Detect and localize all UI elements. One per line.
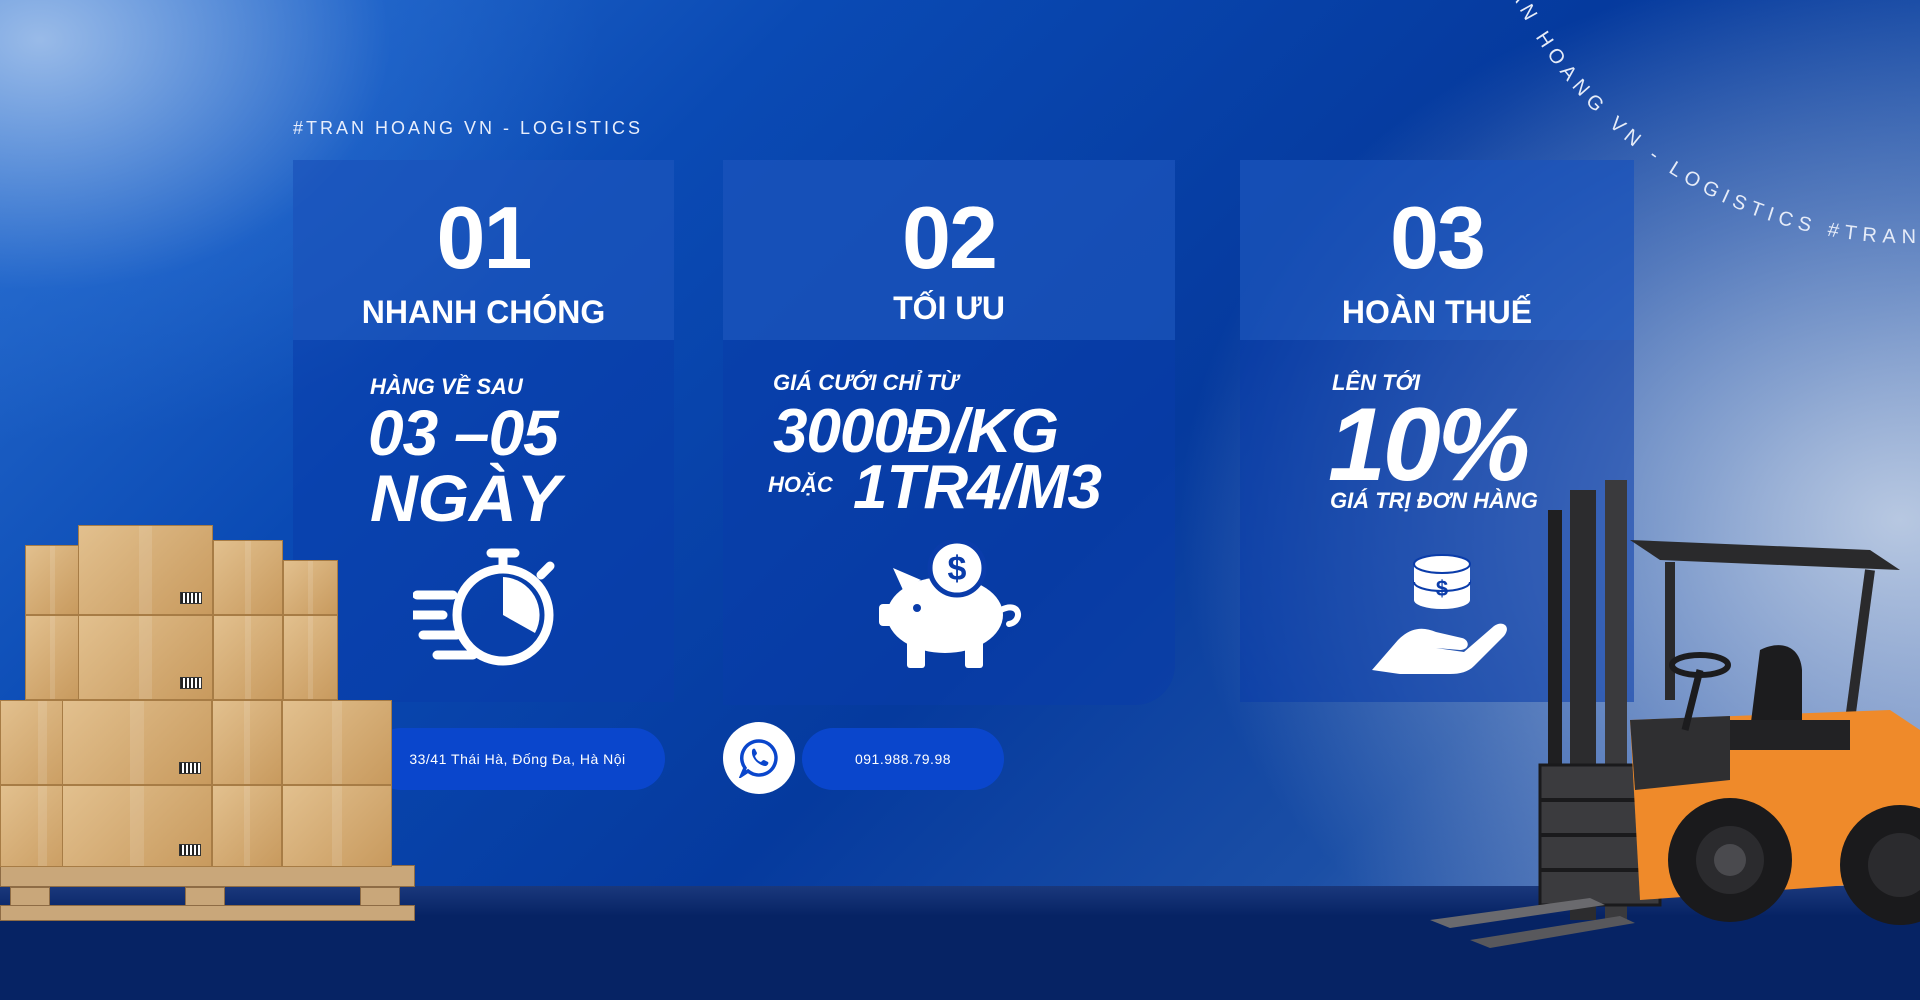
whatsapp-button[interactable] — [723, 722, 795, 794]
card-title: HOÀN THUẾ — [1341, 294, 1533, 330]
card-title: NHANH CHÓNG — [361, 294, 606, 330]
box — [213, 615, 283, 700]
card-header: 02 TỐI ƯU — [723, 160, 1175, 340]
card-line1: GIÁ CƯỚI CHỈ TỪ — [773, 370, 958, 395]
card-number: 03 — [1390, 188, 1486, 287]
box — [283, 615, 338, 700]
card-line3: 1TR4/M3 — [853, 453, 1102, 522]
card-header: 01 NHANH CHÓNG — [293, 160, 674, 340]
card-line3-prefix: HOẶC — [768, 472, 833, 497]
phone-pill[interactable]: 091.988.79.98 — [802, 728, 1004, 790]
card-number: 02 — [902, 188, 998, 287]
box — [212, 700, 282, 785]
feature-card-optimal: 02 TỐI ƯU GIÁ CƯỚI CHỈ TỪ 3000Đ/KG HOẶC … — [723, 160, 1175, 705]
cardboard-boxes-image — [0, 520, 420, 930]
box — [62, 700, 212, 785]
box — [25, 545, 80, 615]
box — [282, 700, 392, 785]
card-line2: 03 –05 — [368, 397, 559, 469]
box — [25, 615, 80, 700]
svg-text:$: $ — [948, 550, 967, 588]
forklift-image — [1430, 480, 1920, 948]
box — [282, 785, 392, 867]
piggy-bank-icon: $ — [879, 540, 1021, 668]
card-number: 01 — [436, 188, 533, 287]
box — [283, 560, 338, 615]
box — [78, 525, 213, 615]
card-body: GIÁ CƯỚI CHỈ TỪ 3000Đ/KG HOẶC 1TR4/M3 $ — [723, 340, 1175, 705]
card-header: 03 HOÀN THUẾ — [1240, 160, 1634, 340]
box — [62, 785, 212, 867]
stopwatch-icon — [413, 548, 555, 666]
brand-tag: #TRAN HOANG VN - LOGISTICS — [293, 118, 644, 138]
box — [212, 785, 282, 867]
card-title: TỐI ƯU — [893, 290, 1005, 326]
whatsapp-icon — [739, 739, 778, 778]
box — [213, 540, 283, 615]
pallet-top — [0, 865, 415, 887]
box — [78, 615, 213, 700]
pallet-bottom — [0, 905, 415, 921]
